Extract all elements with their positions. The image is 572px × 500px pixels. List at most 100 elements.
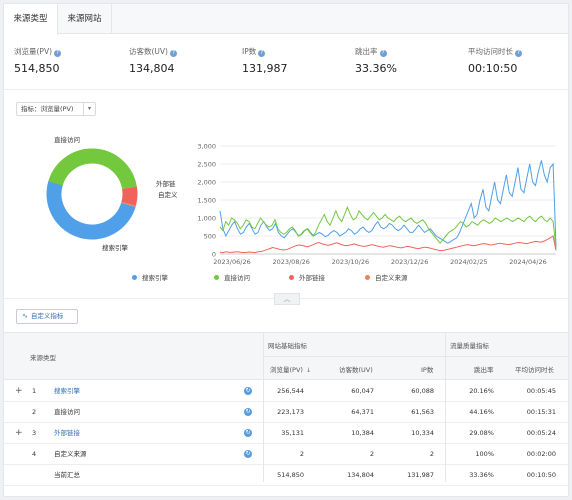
y-tick-label: 2,000 [197, 179, 216, 187]
pulse-icon: ∿ [22, 312, 28, 320]
cell-pv: 2 [299, 450, 304, 458]
cell-uv: 10,384 [351, 429, 374, 437]
line-chart: 0 500 1,000 1,500 2,000 2,500 3,000 2023/06/26 2… [184, 136, 564, 271]
help-icon[interactable]: ? [515, 50, 522, 57]
cell-avg: 00:02:00 [526, 450, 556, 458]
metric-ip: IP数? 131,987 [242, 47, 288, 75]
series-line-直接访问[interactable] [219, 205, 557, 249]
row-source-name: 自定义来源 [54, 450, 87, 458]
row-source-name: 直接访问 [54, 408, 80, 416]
metric-label: 浏览量(PV) [14, 47, 53, 56]
y-tick-label: 1,000 [197, 215, 216, 223]
legend-item-external[interactable]: 外部链接 [289, 272, 325, 282]
x-tick-label: 2024/02/25 [450, 258, 487, 266]
cell-bounce: 29.08% [469, 429, 494, 437]
help-icon[interactable]: ? [169, 50, 177, 57]
cell-ip: 61,563 [411, 408, 434, 416]
header-pv[interactable]: 浏览量(PV) ↓ [270, 364, 311, 374]
row-index: 1 [32, 387, 37, 395]
pie-slice-外部链接[interactable] [121, 186, 138, 206]
help-icon[interactable]: ? [54, 50, 62, 57]
group-quality-metrics: 流量质量指标 [450, 342, 489, 350]
sort-down-icon[interactable]: ↓ [306, 367, 311, 374]
cell-pv: 223,173 [277, 408, 304, 416]
cell-avg: 00:15:31 [526, 408, 556, 416]
group-basic-metrics: 网站基础指标 [268, 342, 307, 350]
help-icon[interactable]: ? [379, 50, 387, 57]
donut-label-external: 外部链 [156, 180, 176, 188]
metric-pv: 浏览量(PV)? 514,850 [14, 47, 62, 75]
tab-source-type[interactable]: 来源类型 [4, 4, 58, 35]
y-tick-label: 2,500 [197, 161, 216, 169]
metric-label: 访客数(UV) [129, 47, 168, 56]
header-bounce[interactable]: 跳出率 [474, 364, 494, 374]
header-uv[interactable]: 访客数(UV) [339, 364, 373, 374]
summary-metrics: 浏览量(PV)? 514,850 访客数(UV)? 134,804 IP数? 1… [4, 35, 568, 90]
y-tick-label: 3,000 [197, 143, 216, 151]
chevron-up-icon[interactable]: ︿ [274, 293, 300, 305]
header-ip[interactable]: IP数 [421, 364, 433, 374]
x-tick-label: 2023/12/26 [391, 258, 428, 266]
cell-pv: 35,131 [281, 429, 304, 437]
row-index: 2 [32, 408, 37, 416]
cell-pv: 256,544 [277, 387, 304, 395]
table-total-row: 当前汇总 514,850 134,804 131,987 33.36% 00:10:50 [4, 465, 568, 486]
tab-source-site[interactable]: 来源网站 [58, 4, 112, 34]
chevron-down-icon[interactable]: ▾ [83, 103, 95, 115]
data-table: 来源类型 网站基础指标 流量质量指标 浏览量(PV) ↓ 访客数(UV) IP数 … [4, 332, 568, 486]
cell-avg: 00:05:24 [526, 429, 556, 437]
help-icon[interactable]: ? [258, 50, 266, 57]
line-chart-svg: 05001,0001,5002,0002,5003,0002023/06/26 2… [197, 143, 557, 266]
header-source-type: 来源类型 [30, 354, 56, 362]
donut-label-custom: 自定义 [158, 191, 178, 199]
y-tick-label: 500 [204, 233, 216, 241]
x-tick-label: 2023/10/26 [332, 258, 369, 266]
cell-bounce: 20.16% [469, 387, 494, 395]
custom-metrics-button[interactable]: ∿ 自定义指标 [16, 309, 78, 324]
header-avg-duration[interactable]: 平均访问时长 [515, 364, 554, 374]
series-line-搜索引擎[interactable] [219, 160, 557, 247]
metric-value: 514,850 [14, 62, 60, 75]
legend-item-search[interactable]: 搜索引擎 [132, 272, 168, 282]
row-index: 3 [32, 429, 37, 437]
metric-value: 134,804 [129, 62, 175, 75]
cell-uv: 64,371 [351, 408, 374, 416]
cell-avg: 00:10:50 [526, 471, 556, 479]
metric-value: 33.36% [355, 62, 397, 75]
metric-avg-duration: 平均访问时长? 00:10:50 [468, 47, 522, 75]
cell-pv: 514,850 [277, 471, 304, 479]
row-index: 4 [32, 450, 37, 458]
page: 来源类型 来源网站 浏览量(PV)? 514,850 访客数(UV)? 134,… [3, 3, 569, 497]
metric-selector[interactable]: 指标：浏览量(PV) ▾ [16, 102, 96, 116]
x-tick-label: 2023/08/26 [272, 258, 309, 266]
donut-chart: 直接访问 外部链 自定义 搜索引擎 [24, 132, 184, 257]
selector-prefix: 指标： [21, 105, 41, 113]
metric-label: IP数 [242, 47, 257, 56]
table-row: +3 外部链接 ↻ 35,131 10,384 10,334 29.08% 00:05:24 [4, 423, 568, 444]
selector-value: 浏览量(PV) [40, 105, 74, 113]
legend-item-direct[interactable]: 直接访问 [214, 272, 250, 282]
table-row: +1 搜索引擎 ↻ 256,544 60,047 60,088 20.16% 00:05:45 [4, 381, 568, 402]
expand-icon[interactable]: + [15, 423, 23, 444]
chart-legend: 搜索引擎 直接访问 外部链接 自定义来源 [132, 272, 432, 284]
series-line-外部链接[interactable] [219, 235, 557, 254]
table-header: 来源类型 网站基础指标 流量质量指标 浏览量(PV) ↓ 访客数(UV) IP数 … [4, 332, 568, 380]
pie-slice-搜索引擎[interactable] [46, 181, 136, 240]
cell-bounce: 100% [475, 450, 494, 458]
cell-avg: 00:05:45 [526, 387, 556, 395]
cell-ip: 60,088 [411, 387, 434, 395]
tab-bar: 来源类型 来源网站 [4, 4, 568, 35]
row-source-name[interactable]: 外部链接 [54, 423, 80, 444]
expand-icon[interactable]: + [15, 381, 23, 402]
cell-uv: 60,047 [351, 387, 374, 395]
donut-label-search: 搜索引擎 [102, 244, 128, 252]
cell-uv: 2 [369, 450, 374, 458]
row-source-name[interactable]: 搜索引擎 [54, 381, 80, 402]
metric-label: 平均访问时长 [468, 47, 513, 56]
table-row: 4 自定义来源 ↻ 2 2 2 100% 00:02:00 [4, 444, 568, 465]
pie-slice-直接访问[interactable] [47, 148, 137, 190]
metric-uv: 访客数(UV)? 134,804 [129, 47, 177, 75]
legend-item-custom[interactable]: 自定义来源 [365, 272, 408, 282]
cell-bounce: 33.36% [469, 471, 494, 479]
donut-label-direct: 直接访问 [54, 136, 80, 144]
